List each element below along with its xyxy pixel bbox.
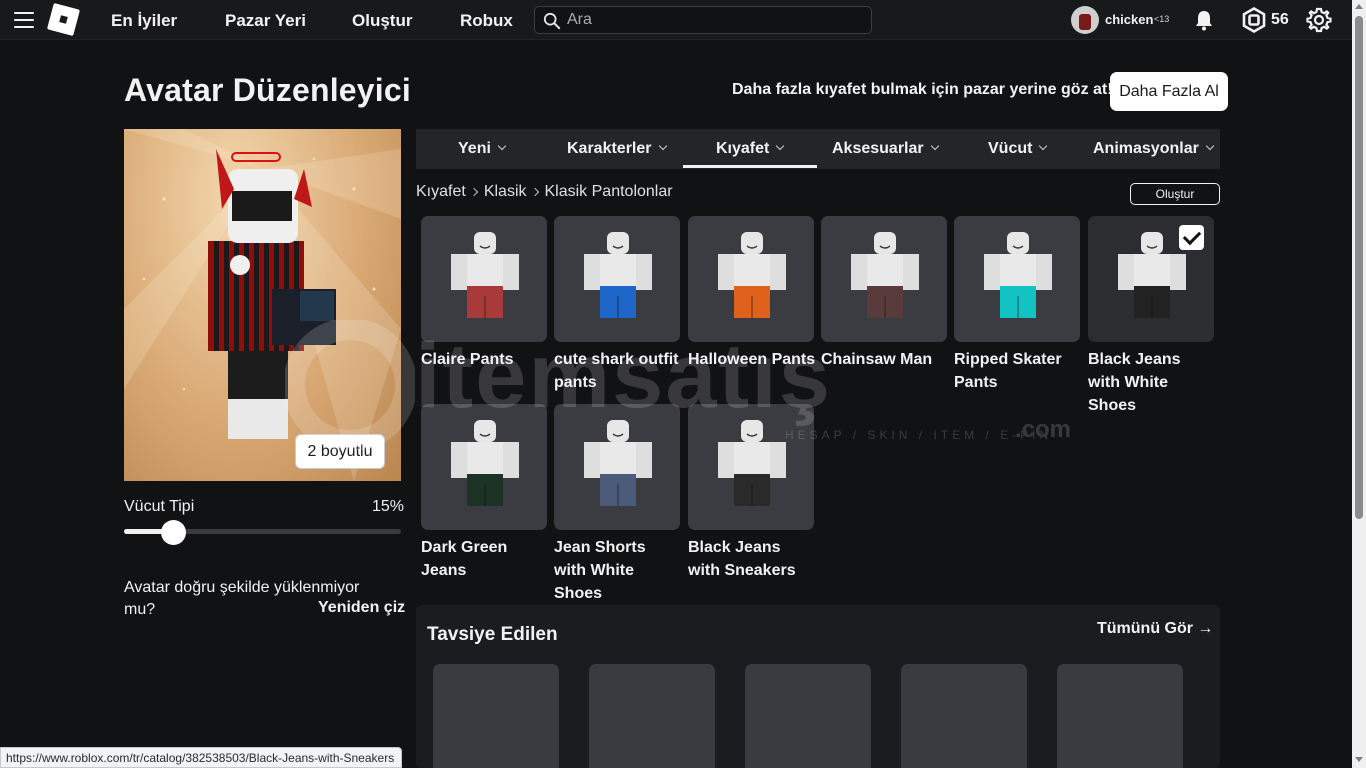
item-name[interactable]: Halloween Pants bbox=[688, 348, 816, 371]
toggle-2d-button[interactable]: 2 boyutlu bbox=[295, 434, 385, 469]
top-navigation-bar: En İyiler Pazar Yeri Oluştur Robux chick… bbox=[0, 0, 1352, 40]
chevron-right-icon bbox=[530, 187, 539, 197]
chevron-down-icon bbox=[776, 141, 785, 151]
tab-body[interactable]: Vücut bbox=[988, 129, 1048, 169]
redraw-link[interactable]: Yeniden çiz bbox=[318, 599, 405, 617]
tab-label: Vücut bbox=[988, 140, 1033, 157]
recommended-item-card[interactable] bbox=[589, 664, 715, 768]
robux-icon[interactable] bbox=[1241, 7, 1267, 33]
body-type-label: Vücut Tipi bbox=[124, 498, 195, 515]
item-name[interactable]: cute shark outfit pants bbox=[554, 348, 682, 394]
chevron-down-icon bbox=[497, 141, 507, 151]
item-name[interactable]: Black Jeans with White Shoes bbox=[1088, 348, 1216, 417]
item-name[interactable]: Claire Pants bbox=[421, 348, 549, 371]
item-thumbnail bbox=[451, 420, 519, 506]
user-avatar[interactable] bbox=[1071, 6, 1099, 34]
chevron-right-icon bbox=[469, 187, 479, 197]
create-button[interactable]: Oluştur bbox=[1130, 183, 1220, 205]
page-title: Avatar Düzenleyici bbox=[124, 72, 411, 108]
item-card[interactable] bbox=[554, 216, 680, 342]
nav-link-create[interactable]: Oluştur bbox=[352, 11, 412, 31]
item-name[interactable]: Dark Green Jeans bbox=[421, 536, 549, 582]
chevron-down-icon bbox=[1039, 141, 1048, 151]
nav-link-marketplace[interactable]: Pazar Yeri bbox=[225, 11, 306, 31]
category-tabs: Yeni Karakterler Kıyafet Aksesuarlar Vüc… bbox=[416, 129, 1220, 169]
breadcrumb-clothing[interactable]: Kıyafet bbox=[416, 183, 466, 200]
search-box[interactable] bbox=[534, 6, 872, 34]
nav-link-robux[interactable]: Robux bbox=[460, 11, 513, 31]
item-card[interactable] bbox=[554, 404, 680, 530]
recommended-item-card[interactable] bbox=[745, 664, 871, 768]
tab-clothing[interactable]: Kıyafet bbox=[716, 129, 785, 169]
active-tab-indicator bbox=[683, 165, 817, 168]
scroll-thumb[interactable] bbox=[1355, 16, 1363, 519]
item-thumbnail bbox=[584, 232, 652, 318]
tab-label: Aksesuarlar bbox=[832, 140, 924, 157]
item-thumbnail bbox=[451, 232, 519, 318]
browser-status-url: https://www.roblox.com/tr/catalog/382538… bbox=[0, 747, 402, 768]
chevron-down-icon bbox=[658, 141, 667, 151]
watermark-tagline: HESAP / SKIN / ITEM / E-PIN bbox=[785, 428, 1053, 442]
item-thumbnail bbox=[851, 232, 919, 318]
age-badge: <13 bbox=[1154, 14, 1170, 24]
breadcrumb: Kıyafet Klasik Klasik Pantolonlar bbox=[416, 183, 673, 201]
item-thumbnail bbox=[984, 232, 1052, 318]
chevron-down-icon bbox=[1205, 141, 1215, 151]
body-type-slider-thumb[interactable] bbox=[160, 520, 186, 545]
body-type-value: 15% bbox=[372, 498, 405, 515]
get-more-button[interactable]: Daha Fazla Al bbox=[1110, 72, 1228, 111]
item-name[interactable]: Ripped Skater Pants bbox=[954, 348, 1082, 394]
avatar-preview[interactable]: 2 boyutlu bbox=[124, 129, 401, 481]
search-icon bbox=[543, 12, 561, 30]
selected-checkmark-icon[interactable] bbox=[1179, 225, 1204, 250]
scroll-up-arrow-icon[interactable] bbox=[1355, 4, 1363, 9]
breadcrumb-classic[interactable]: Klasik bbox=[484, 183, 527, 200]
item-thumbnail bbox=[718, 232, 786, 318]
item-card[interactable] bbox=[954, 216, 1080, 342]
item-name[interactable]: Chainsaw Man bbox=[821, 348, 949, 371]
tab-animations[interactable]: Animasyonlar bbox=[1093, 129, 1215, 169]
search-input[interactable] bbox=[567, 10, 857, 30]
tab-label: Yeni bbox=[458, 140, 491, 157]
scroll-down-arrow-icon[interactable] bbox=[1355, 757, 1363, 762]
nav-link-charts[interactable]: En İyiler bbox=[111, 11, 177, 31]
recommended-title: Tavsiye Edilen bbox=[427, 624, 558, 645]
robux-balance[interactable]: 56 bbox=[1271, 11, 1289, 29]
item-thumbnail bbox=[584, 420, 652, 506]
watermark-suffix: .com bbox=[1015, 416, 1072, 443]
item-card[interactable] bbox=[421, 216, 547, 342]
tab-label: Animasyonlar bbox=[1093, 140, 1199, 157]
recommended-item-card[interactable] bbox=[901, 664, 1027, 768]
tab-label: Kıyafet bbox=[716, 140, 770, 157]
item-thumbnail bbox=[718, 420, 786, 506]
item-name[interactable]: Black Jeans with Sneakers bbox=[688, 536, 816, 582]
marketplace-promo-text: Daha fazla kıyafet bulmak için pazar yer… bbox=[732, 81, 1113, 98]
item-card[interactable] bbox=[421, 404, 547, 530]
item-card[interactable] bbox=[821, 216, 947, 342]
recommended-item-card[interactable] bbox=[433, 664, 559, 768]
breadcrumb-classic-pants: Klasik Pantolonlar bbox=[544, 183, 673, 200]
roblox-logo[interactable] bbox=[46, 2, 81, 37]
see-all-link[interactable]: Tümünü Gör → bbox=[1097, 620, 1213, 638]
item-card[interactable] bbox=[688, 216, 814, 342]
page-scrollbar[interactable] bbox=[1352, 0, 1366, 768]
item-card[interactable] bbox=[688, 404, 814, 530]
tab-new[interactable]: Yeni bbox=[458, 129, 507, 169]
notification-bell-icon[interactable] bbox=[1192, 8, 1216, 32]
avatar-render-image bbox=[124, 129, 401, 481]
settings-gear-icon[interactable] bbox=[1306, 7, 1332, 33]
username[interactable]: chicken bbox=[1105, 12, 1153, 27]
chevron-down-icon bbox=[930, 141, 939, 151]
tab-characters[interactable]: Karakterler bbox=[567, 129, 667, 169]
tab-accessories[interactable]: Aksesuarlar bbox=[832, 129, 939, 169]
tab-label: Karakterler bbox=[567, 140, 652, 157]
item-name[interactable]: Jean Shorts with White Shoes bbox=[554, 536, 682, 605]
recommended-item-card[interactable] bbox=[1057, 664, 1183, 768]
menu-icon[interactable] bbox=[14, 12, 34, 28]
